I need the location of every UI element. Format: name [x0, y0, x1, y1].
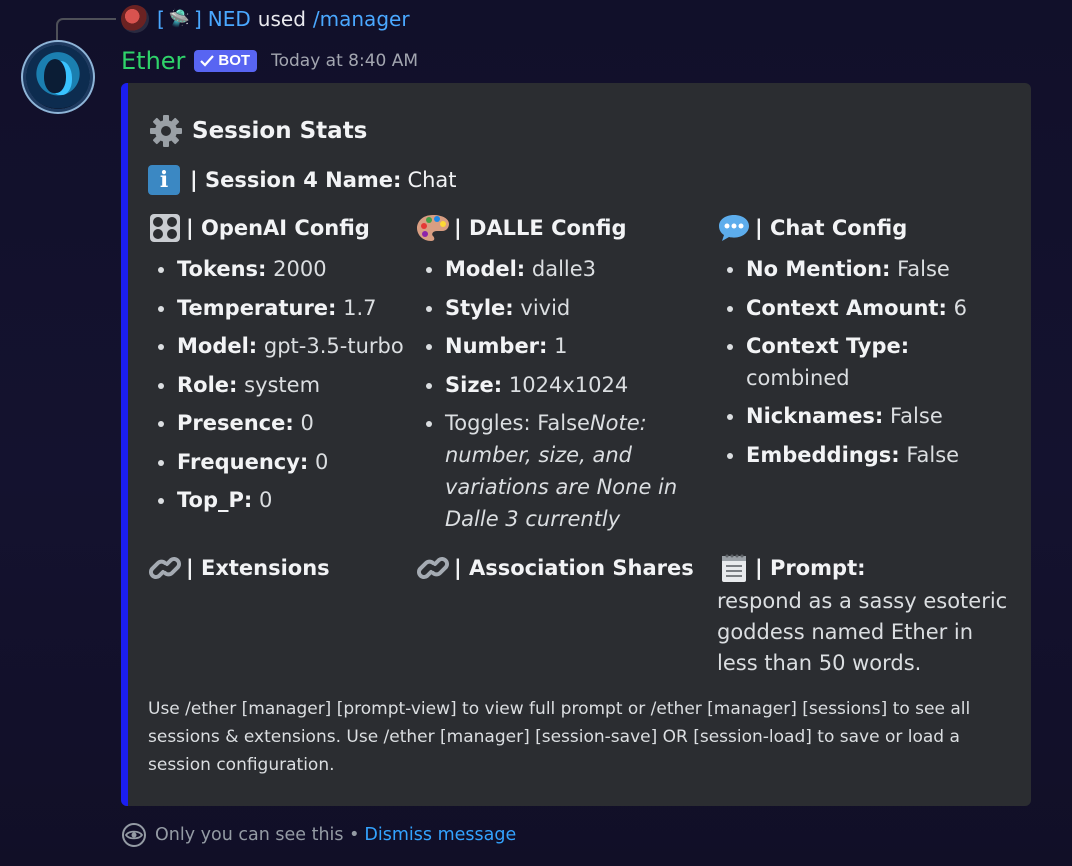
palette-icon: [416, 213, 450, 243]
list-item: Tokens: 2000: [177, 250, 438, 289]
list-item: Number: 1: [445, 327, 686, 366]
list-item: Context Amount: 6: [746, 289, 1017, 328]
session-name-line: i | Session 4 Name: Chat: [148, 165, 457, 195]
username-bracket-open: [: [157, 7, 165, 31]
list-item: Temperature: 1.7: [177, 289, 438, 328]
extensions-title: | Extensions: [148, 552, 438, 584]
dalle-config-field: | DALLE Config Model: dalle3 Style: vivi…: [416, 212, 686, 538]
checkmark-icon: [200, 54, 215, 67]
session-name: Chat: [407, 168, 457, 192]
bot-tag-label: BOT: [218, 52, 251, 69]
list-item: Size: 1024x1024: [445, 366, 686, 405]
reply-connector: [56, 18, 116, 42]
openai-config-label: | OpenAI Config: [186, 216, 370, 240]
control-knobs-icon: [148, 213, 182, 243]
reply-context[interactable]: [ 🛸 ] NED used /manager: [121, 5, 410, 33]
ephemeral-notice: Only you can see this • Dismiss message: [121, 822, 516, 848]
username-bracket-close: ]: [193, 7, 202, 31]
bot-avatar[interactable]: [26, 45, 90, 109]
eye-icon: [122, 823, 146, 847]
session-prefix: | Session 4 Name:: [190, 168, 402, 192]
link-icon: [416, 553, 450, 583]
prompt-value: respond as a sassy esoteric goddess name…: [717, 589, 1008, 675]
association-shares-field: | Association Shares: [416, 552, 706, 584]
gear-icon: [148, 113, 184, 149]
slash-command-link[interactable]: /manager: [313, 7, 410, 31]
openai-config-title: | OpenAI Config: [148, 212, 438, 244]
link-icon: [148, 553, 182, 583]
prompt-title: | Prompt:: [717, 552, 1017, 584]
ephemeral-text: Only you can see this •: [155, 825, 360, 845]
used-text: used: [257, 7, 306, 31]
list-item: No Mention: False: [746, 250, 1017, 289]
dalle-config-label: | DALLE Config: [454, 216, 627, 240]
list-item: Role: system: [177, 366, 438, 405]
list-item: Top_P: 0: [177, 481, 438, 520]
association-shares-title: | Association Shares: [416, 552, 706, 584]
embed-title: Session Stats: [148, 113, 367, 149]
session-stats-embed: Session Stats i | Session 4 Name: Chat |…: [121, 83, 1031, 806]
message-header: Ether BOT Today at 8:40 AM: [121, 44, 418, 78]
author-name[interactable]: Ether: [121, 47, 185, 75]
list-item: Toggles: FalseNote: number, size, and va…: [445, 404, 686, 538]
chat-config-list: No Mention: False Context Amount: 6 Cont…: [717, 250, 1017, 474]
openai-config-field: | OpenAI Config Tokens: 2000 Temperature…: [148, 212, 438, 520]
chat-config-label: | Chat Config: [755, 216, 908, 240]
list-item: Frequency: 0: [177, 443, 438, 482]
chat-config-title: | Chat Config: [717, 212, 1017, 244]
dalle-config-list: Model: dalle3 Style: vivid Number: 1 Siz…: [416, 250, 686, 538]
embed-title-text: Session Stats: [192, 118, 368, 144]
avatar-silhouette: [44, 59, 66, 93]
embed-footer-note: Use /ether [manager] [prompt-view] to vi…: [148, 699, 971, 775]
dismiss-message-link[interactable]: Dismiss message: [364, 825, 516, 845]
info-icon: i: [148, 165, 180, 195]
notepad-icon: [717, 553, 751, 583]
openai-config-list: Tokens: 2000 Temperature: 1.7 Model: gpt…: [148, 250, 438, 520]
chat-config-field: | Chat Config No Mention: False Context …: [717, 212, 1017, 474]
bot-tag: BOT: [194, 50, 258, 72]
extensions-label: | Extensions: [186, 556, 330, 580]
list-item: Model: gpt-3.5-turbo: [177, 327, 438, 366]
speech-bubble-icon: [717, 213, 751, 243]
user-avatar[interactable]: [121, 5, 149, 33]
list-item: Nicknames: False: [746, 397, 1017, 436]
reply-username[interactable]: NED: [208, 7, 251, 31]
association-shares-label: | Association Shares: [454, 556, 694, 580]
timestamp[interactable]: Today at 8:40 AM: [271, 51, 418, 71]
ufo-icon: 🛸: [168, 9, 190, 29]
prompt-field: | Prompt: respond as a sassy esoteric go…: [717, 552, 1017, 679]
extensions-field: | Extensions: [148, 552, 438, 584]
list-item: Embeddings: False: [746, 436, 1017, 475]
dalle-config-title: | DALLE Config: [416, 212, 686, 244]
list-item: Model: dalle3: [445, 250, 686, 289]
list-item: Presence: 0: [177, 404, 438, 443]
embed-accent-bar: [121, 83, 128, 806]
list-item: Style: vivid: [445, 289, 686, 328]
prompt-label: | Prompt:: [755, 556, 866, 580]
list-item: Context Type: combined: [746, 327, 1017, 397]
